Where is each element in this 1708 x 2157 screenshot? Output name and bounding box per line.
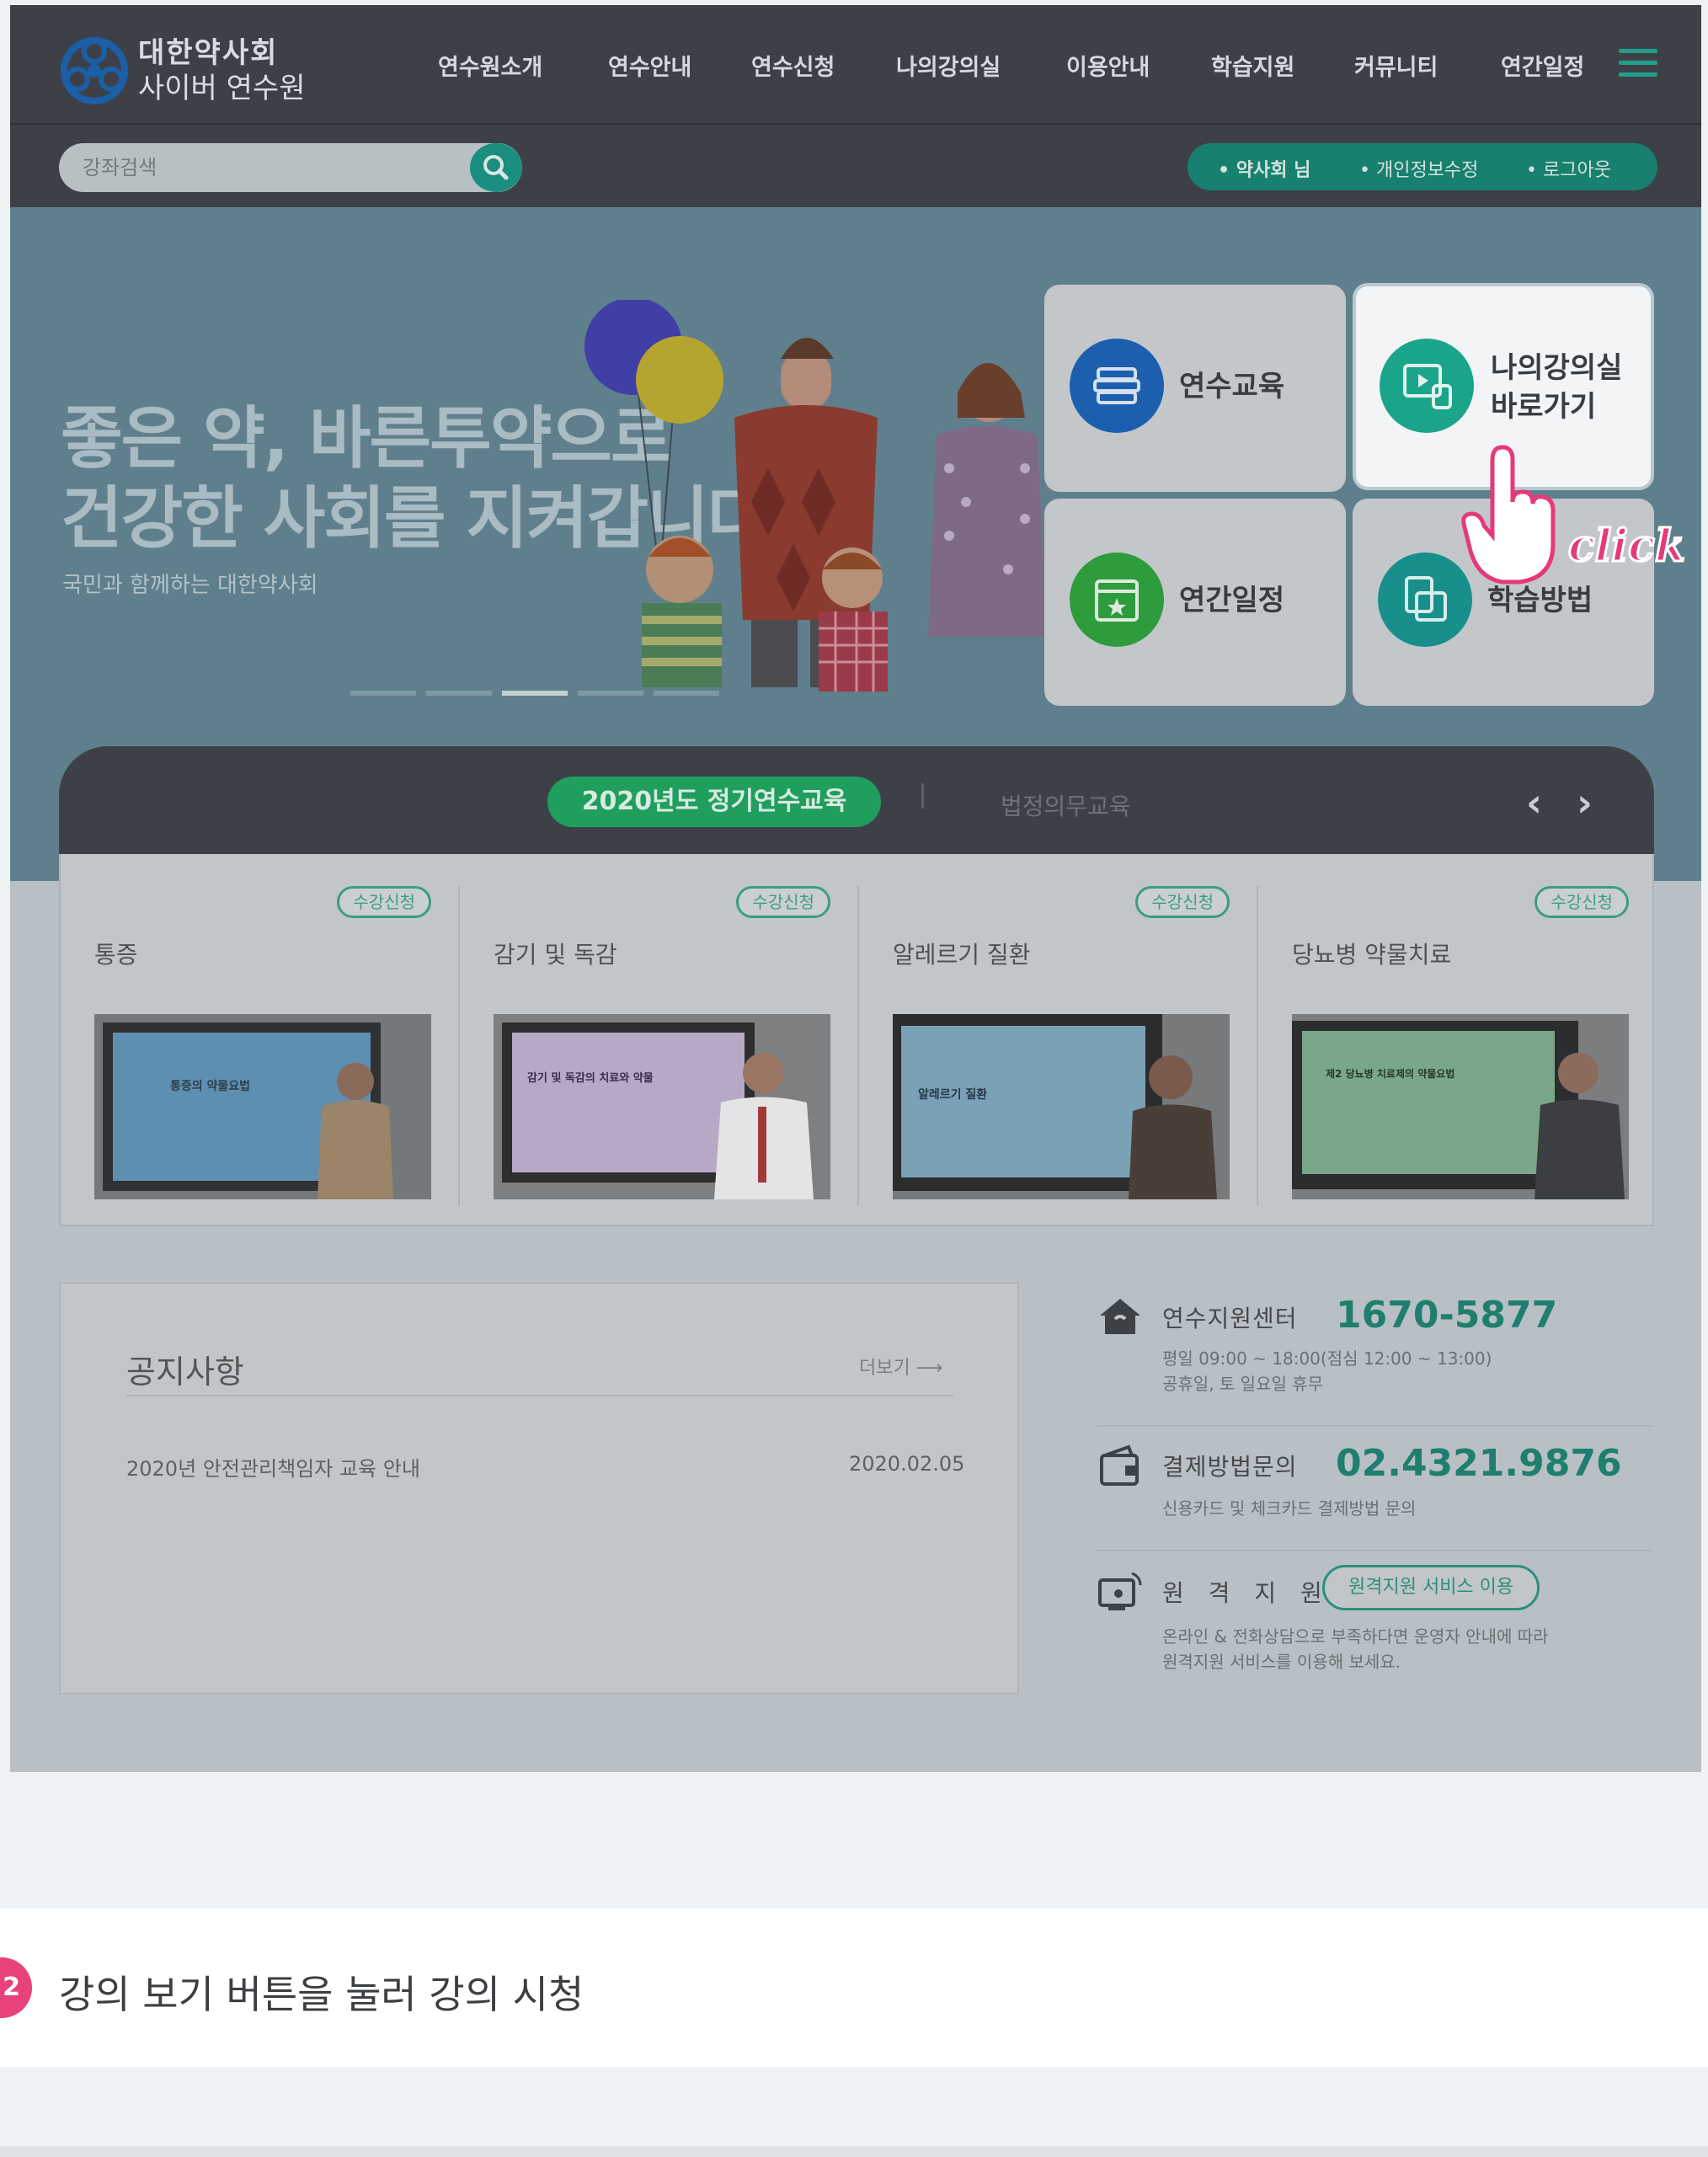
user-name-link[interactable]: • 약사회 님 — [1218, 155, 1310, 182]
logout-link[interactable]: • 로그아웃 — [1526, 155, 1611, 182]
contact-desc: 평일 09:00 ~ 18:00(점심 12:00 ~ 13:00) — [1162, 1348, 1492, 1369]
step-text: 강의 보기 버튼을 눌러 강의 시청 — [59, 1972, 584, 2017]
quick-link-label: 연간일정 — [1179, 584, 1285, 617]
contact-number: 02.4321.9876 — [1336, 1442, 1622, 1485]
course-card[interactable]: 수강신청 알레르기 질환 알레르기 질환 — [859, 854, 1257, 1225]
contact-divider — [1097, 1425, 1654, 1427]
nav-item-schedule[interactable]: 연간일정 — [1501, 49, 1584, 82]
course-title: 감기 및 독감 — [494, 941, 617, 969]
logo[interactable]: 대한약사회 사이버 연수원 — [56, 26, 334, 106]
wallet-icon — [1100, 1444, 1139, 1486]
arrow-right-icon: ⟶ — [915, 1358, 943, 1379]
pointer-hand-icon — [1461, 445, 1556, 585]
nav-item-apply[interactable]: 연수신청 — [751, 49, 835, 82]
contact-label: 연수지원센터 — [1162, 1305, 1298, 1332]
contact-remote-support: 원 격 지 원 원격지원 서비스 이용 온라인 & 전화상담으로 부족하다면 운… — [1097, 1565, 1669, 1678]
nav-item-community[interactable]: 커뮤니티 — [1354, 49, 1438, 82]
contact-desc: 온라인 & 전화상담으로 부족하다면 운영자 안내에 따라 — [1162, 1626, 1549, 1647]
click-annotation: click — [1567, 520, 1687, 574]
quick-link-label: 나의강의실 바로가기 — [1491, 351, 1623, 424]
apply-badge[interactable]: 수강신청 — [337, 886, 431, 918]
tab-regular-training[interactable]: 2020년도 정기연수교육 — [547, 777, 881, 827]
contact-desc: 신용카드 및 체크카드 결제방법 문의 — [1162, 1498, 1417, 1519]
course-title: 알레르기 질환 — [893, 941, 1031, 969]
lecture-thumbnail[interactable]: 제2 당뇨병 치료제의 약물요법 — [1292, 1014, 1629, 1199]
notice-board: 공지사항 더보기 ⟶ 2020년 안전관리책임자 교육 안내 2020.02.0… — [59, 1282, 1019, 1695]
search-icon — [483, 155, 509, 180]
contact-label: 결제방법문의 — [1162, 1453, 1298, 1481]
slide-caption: 알레르기 질환 — [918, 1087, 987, 1102]
apply-badge[interactable]: 수강신청 — [736, 886, 830, 918]
menu-icon[interactable] — [1619, 49, 1657, 79]
remote-monitor-icon — [1098, 1572, 1142, 1610]
top-navigation: 대한약사회 사이버 연수원 연수원소개 연수안내 연수신청 나의강의실 이용안내… — [10, 5, 1701, 123]
course-title: 통증 — [94, 941, 138, 969]
sub-bar: • 약사회 님 • 개인정보수정 • 로그아웃 — [10, 123, 1701, 207]
apply-badge[interactable]: 수강신청 — [1135, 886, 1230, 918]
course-title: 당뇨병 약물치료 — [1292, 941, 1452, 969]
step-number-badge: 2 — [0, 1957, 32, 2018]
course-list: 수강신청 통증 통증의 약물요법 수강신청 감기 및 독감 감기 및 독감의 치… — [59, 854, 1654, 1226]
remote-support-button[interactable]: 원격지원 서비스 이용 — [1322, 1565, 1540, 1610]
nav-item-guide[interactable]: 연수안내 — [608, 49, 691, 82]
contact-payment: 결제방법문의 02.4321.9876 신용카드 및 체크카드 결제방법 문의 — [1097, 1442, 1669, 1519]
search-button[interactable] — [470, 143, 522, 192]
tab-divider — [921, 783, 924, 809]
search-box — [59, 143, 522, 192]
video-player-icon — [1380, 339, 1474, 433]
lecture-thumbnail[interactable]: 알레르기 질환 — [893, 1014, 1230, 1199]
contact-desc: 원격지원 서비스를 이용해 보세요. — [1162, 1652, 1401, 1672]
user-menu: • 약사회 님 • 개인정보수정 • 로그아웃 — [1188, 143, 1657, 190]
apply-badge[interactable]: 수강신청 — [1535, 886, 1629, 918]
notice-divider — [126, 1395, 953, 1396]
screenshot-frame: 대한약사회 사이버 연수원 연수원소개 연수안내 연수신청 나의강의실 이용안내… — [10, 5, 1701, 1772]
slide-indicator[interactable] — [350, 691, 416, 696]
logo-line2: 사이버 연수원 — [138, 72, 306, 105]
chevron-right-icon[interactable]: › — [1577, 780, 1593, 825]
quick-link-label: 학습방법 — [1487, 584, 1593, 617]
nav-item-support[interactable]: 학습지원 — [1211, 49, 1294, 82]
instruction-step: 2 강의 보기 버튼을 눌러 강의 시청 — [0, 1909, 1708, 2067]
calendar-icon — [1070, 553, 1164, 647]
contact-divider — [1097, 1550, 1654, 1551]
contact-desc: 공휴일, 토 일요일 휴무 — [1162, 1374, 1324, 1394]
family-illustration — [584, 300, 1046, 691]
slide-caption: 제2 당뇨병 치료제의 약물요법 — [1326, 1067, 1454, 1080]
chevron-left-icon[interactable]: ‹ — [1526, 780, 1542, 825]
contact-number: 1670-5877 — [1336, 1294, 1558, 1337]
logo-mark-icon — [61, 37, 128, 104]
notice-more-link[interactable]: 더보기 ⟶ — [859, 1353, 942, 1380]
edit-profile-link[interactable]: • 개인정보수정 — [1359, 155, 1478, 182]
course-tabs-header: 2020년도 정기연수교육 법정의무교육 ‹ › — [59, 746, 1654, 854]
course-card[interactable]: 수강신청 감기 및 독감 감기 및 독감의 치료와 약물 — [460, 854, 857, 1225]
nav-item-intro[interactable]: 연수원소개 — [438, 49, 542, 82]
contact-support-center: 연수지원센터 1670-5877 평일 09:00 ~ 18:00(점심 12:… — [1097, 1294, 1669, 1395]
slide-indicator[interactable] — [426, 691, 492, 696]
home-phone-icon — [1100, 1299, 1140, 1334]
slide-caption: 통증의 약물요법 — [170, 1079, 250, 1093]
nav-item-usage[interactable]: 이용안내 — [1066, 49, 1150, 82]
hero-subtitle: 국민과 함께하는 대한약사회 — [62, 573, 318, 598]
lecture-thumbnail[interactable]: 통증의 약물요법 — [94, 1014, 431, 1199]
notice-item-title[interactable]: 2020년 안전관리책임자 교육 안내 — [126, 1452, 420, 1482]
tab-mandatory-training[interactable]: 법정의무교육 — [1001, 788, 1131, 822]
notice-title: 공지사항 — [126, 1353, 244, 1391]
notice-item-date: 2020.02.05 — [849, 1452, 965, 1476]
slide-indicator-active[interactable] — [502, 691, 568, 696]
course-card[interactable]: 수강신청 통증 통증의 약물요법 — [61, 854, 458, 1225]
nav-item-my-classroom[interactable]: 나의강의실 — [896, 49, 1001, 82]
search-input[interactable] — [83, 153, 453, 182]
course-card[interactable]: 수강신청 당뇨병 약물치료 제2 당뇨병 치료제의 약물요법 — [1258, 854, 1656, 1225]
quick-link-training[interactable]: 연수교육 — [1044, 285, 1346, 492]
slide-caption: 감기 및 독감의 치료와 약물 — [527, 1071, 654, 1085]
notice-more-label: 더보기 — [859, 1358, 910, 1379]
contact-label: 원 격 지 원 — [1162, 1579, 1331, 1607]
lecture-thumbnail[interactable]: 감기 및 독감의 치료와 약물 — [494, 1014, 830, 1199]
books-icon — [1070, 339, 1164, 433]
next-section-edge — [0, 2146, 1708, 2157]
quick-link-label: 연수교육 — [1179, 370, 1285, 403]
quick-link-schedule[interactable]: 연간일정 — [1044, 499, 1346, 706]
